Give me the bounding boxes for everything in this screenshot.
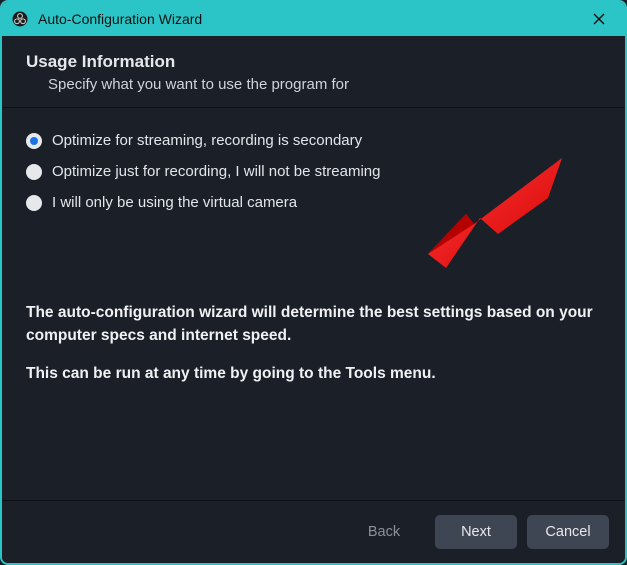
info-block: The auto-configuration wizard will deter… — [26, 301, 601, 385]
radio-label: Optimize just for recording, I will not … — [52, 163, 380, 180]
radio-option-virtual-camera[interactable]: I will only be using the virtual camera — [26, 194, 601, 211]
radio-label: Optimize for streaming, recording is sec… — [52, 132, 362, 149]
header-subtitle: Specify what you want to use the program… — [48, 76, 601, 93]
close-button[interactable] — [579, 5, 619, 33]
wizard-body: Optimize for streaming, recording is sec… — [2, 108, 625, 500]
app-icon — [10, 9, 30, 29]
radio-indicator — [26, 164, 42, 180]
wizard-header: Usage Information Specify what you want … — [2, 36, 625, 108]
radio-label: I will only be using the virtual camera — [52, 194, 297, 211]
info-text-2: This can be run at any time by going to … — [26, 362, 601, 385]
radio-option-streaming[interactable]: Optimize for streaming, recording is sec… — [26, 132, 601, 149]
back-button[interactable]: Back — [343, 515, 425, 549]
cancel-button[interactable]: Cancel — [527, 515, 609, 549]
wizard-window: Auto-Configuration Wizard Usage Informat… — [0, 0, 627, 565]
radio-indicator — [26, 133, 42, 149]
radio-option-recording[interactable]: Optimize just for recording, I will not … — [26, 163, 601, 180]
close-icon — [593, 13, 605, 25]
header-title: Usage Information — [26, 52, 601, 72]
titlebar: Auto-Configuration Wizard — [2, 2, 625, 36]
next-button[interactable]: Next — [435, 515, 517, 549]
window-title: Auto-Configuration Wizard — [38, 11, 579, 27]
info-text-1: The auto-configuration wizard will deter… — [26, 301, 601, 348]
wizard-footer: Back Next Cancel — [2, 500, 625, 563]
usage-radio-group: Optimize for streaming, recording is sec… — [26, 132, 601, 211]
radio-indicator — [26, 195, 42, 211]
